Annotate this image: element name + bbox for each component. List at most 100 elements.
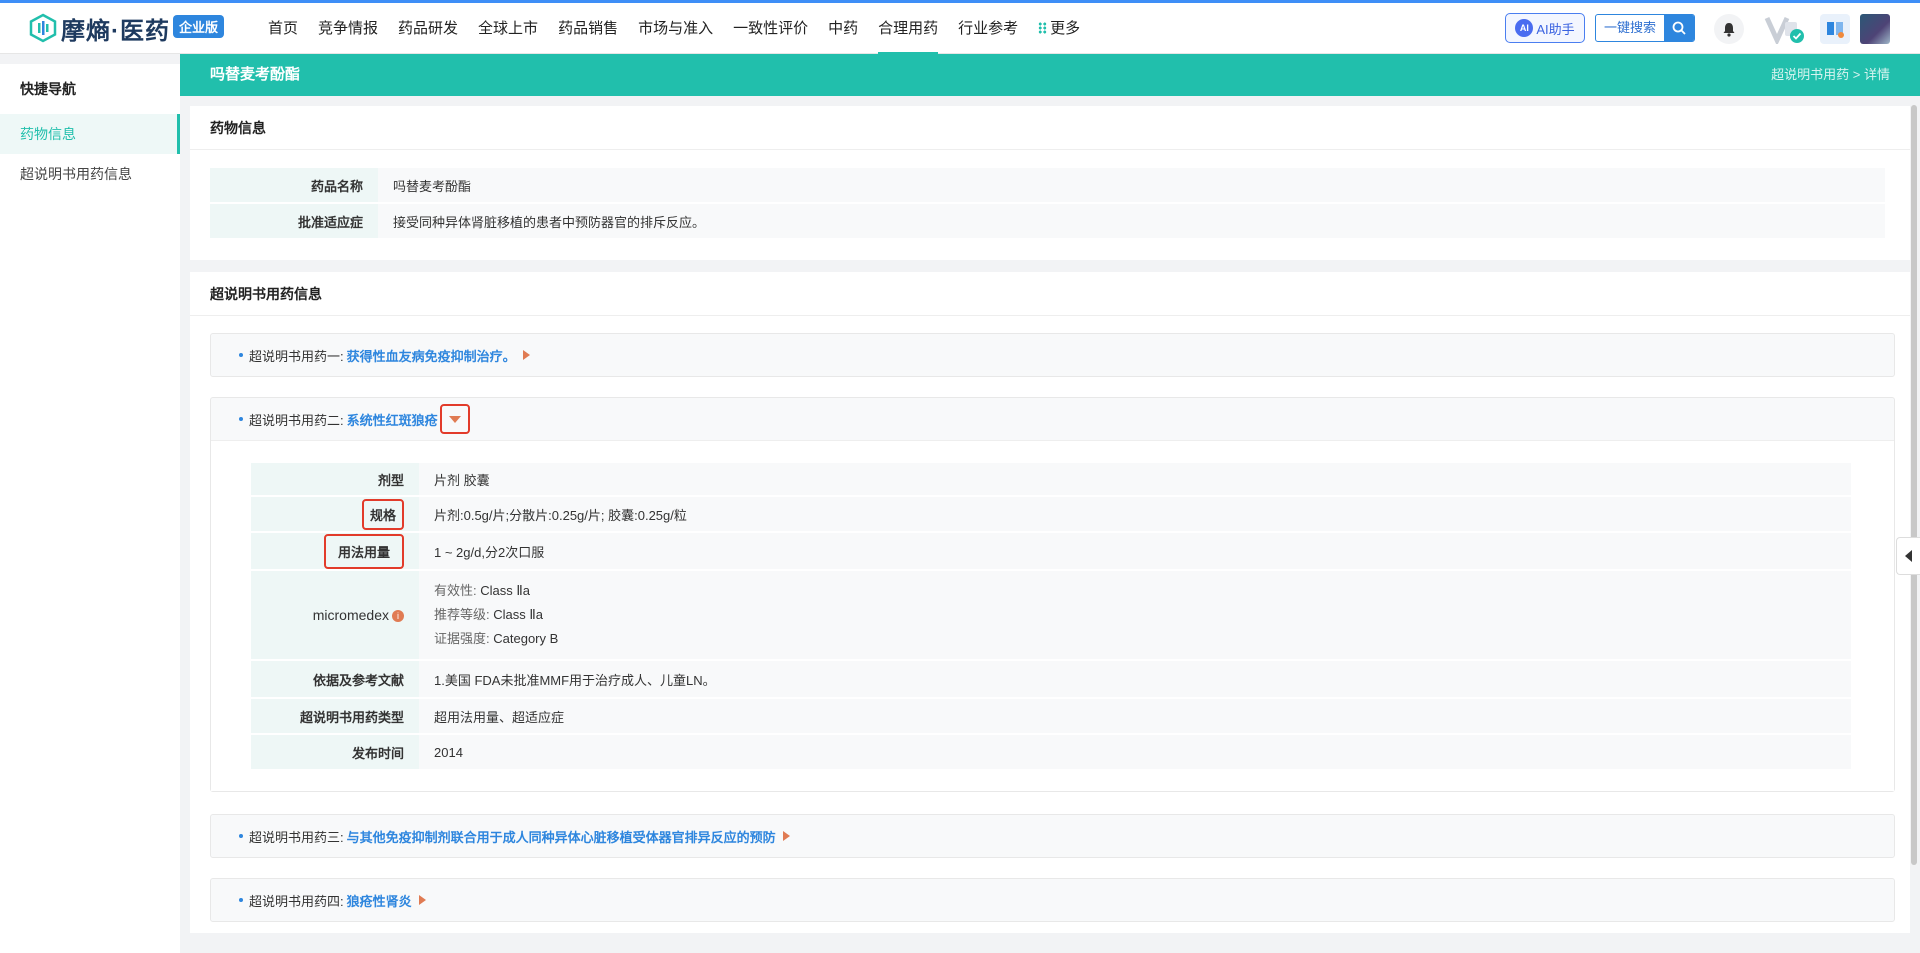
offlabel-item-1-link[interactable]: 获得性血友病免疫抑制治疗。	[347, 346, 516, 365]
evidence-value: Category B	[493, 631, 559, 646]
micromedex-key-cell: micromedex i	[251, 571, 419, 659]
highlight-box	[439, 404, 470, 434]
nav-consistency-eval[interactable]: 一致性评价	[723, 3, 818, 54]
table-row: 剂型 片剂 胶囊	[251, 463, 1851, 495]
offlabel-item-1: 超说明书用药一: 获得性血友病免疫抑制治疗。	[210, 333, 1895, 377]
nav-market-access[interactable]: 市场与准入	[628, 3, 723, 54]
nav-more-label: 更多	[1050, 20, 1081, 37]
bullet-dot-icon	[239, 417, 243, 421]
efficacy-label: 有效性:	[434, 583, 477, 598]
highlight-box	[361, 498, 404, 530]
nav-drug-rd[interactable]: 药品研发	[388, 3, 468, 54]
efficacy-value: Class Ⅱa	[480, 583, 530, 598]
offlabel-item-2-label: 超说明书用药二:	[249, 412, 344, 428]
info-icon[interactable]: i	[392, 610, 404, 622]
bullet-dot-icon	[239, 898, 243, 902]
offlabel-item-2-link[interactable]: 系统性红斑狼疮	[347, 410, 438, 429]
table-row: 规格 片剂:0.5g/片;分散片:0.25g/片; 胶囊:0.25g/粒	[251, 497, 1851, 531]
table-row: 用法用量 1 ~ 2g/d,分2次口服	[251, 533, 1851, 569]
spec-key-wrap: 规格	[361, 498, 404, 530]
usage-key-cell: 用法用量	[251, 533, 419, 569]
side-panel-toggle[interactable]	[1896, 537, 1920, 575]
nav-industry-ref[interactable]: 行业参考	[948, 3, 1028, 54]
drug-info-title: 药物信息	[190, 106, 1910, 150]
expand-arrow-icon[interactable]	[782, 831, 790, 841]
offlabel-item-4: 超说明书用药四: 狼疮性肾炎	[210, 878, 1895, 922]
table-row: micromedex i 有效性: Class Ⅱa 推荐等级: Class Ⅱa…	[251, 571, 1851, 659]
brand-name: 摩熵·医药	[61, 17, 170, 45]
bell-icon[interactable]	[1714, 14, 1744, 44]
table-row: 批准适应症 接受同种异体肾脏移植的患者中预防器官的排斥反应。	[210, 204, 1885, 238]
offlabel-item-4-header[interactable]: 超说明书用药四: 狼疮性肾炎	[211, 879, 1894, 921]
offlabel-item-1-header[interactable]: 超说明书用药一: 获得性血友病免疫抑制治疗。	[211, 334, 1894, 376]
sidebar-item-drug-info[interactable]: 药物信息	[0, 114, 180, 154]
vip-icon[interactable]	[1763, 14, 1807, 47]
quick-nav-title: 快捷导航	[20, 81, 76, 97]
offlabel-item-3: 超说明书用药三: 与其他免疫抑制剂联合用于成人同种异体心脏移植受体器官排异反应的…	[210, 814, 1895, 858]
reference-value: 1.美国 FDA未批准MMF用于治疗成人、儿童LN。	[419, 661, 1851, 697]
evidence-label: 证据强度:	[434, 631, 490, 646]
drug-name-value: 吗替麦考酚酯	[378, 168, 1885, 202]
highlight-box	[323, 533, 404, 569]
collapse-toggle[interactable]	[439, 404, 470, 434]
nav-home[interactable]: 首页	[258, 3, 308, 54]
edition-badge: 企业版	[173, 14, 225, 38]
dosage-form-value: 片剂 胶囊	[419, 463, 1851, 495]
recommend-label: 推荐等级:	[434, 607, 490, 622]
nav-tcm[interactable]: 中药	[818, 3, 868, 54]
breadcrumb[interactable]: 超说明书用药 > 详情	[1771, 54, 1890, 96]
nav-competitive-intel[interactable]: 竞争情报	[308, 3, 388, 54]
offlabel-title: 超说明书用药信息	[190, 272, 1910, 316]
recommend-line: 推荐等级: Class Ⅱa	[434, 603, 1836, 627]
brand-logo[interactable]: 摩熵·医药 企业版	[28, 12, 225, 45]
spec-value: 片剂:0.5g/片;分散片:0.25g/片; 胶囊:0.25g/粒	[419, 497, 1851, 531]
offlabel-item-1-label: 超说明书用药一:	[249, 348, 344, 364]
page-title: 吗替麦考酚酯	[210, 66, 301, 83]
table-row: 依据及参考文献 1.美国 FDA未批准MMF用于治疗成人、儿童LN。	[251, 661, 1851, 697]
logo-mark-icon	[29, 13, 57, 43]
ai-assistant-label: AI助手	[1536, 21, 1575, 37]
expand-arrow-icon[interactable]	[522, 350, 530, 360]
nav-drug-sales[interactable]: 药品销售	[548, 3, 628, 54]
spec-key-cell: 规格	[251, 497, 419, 531]
efficacy-line: 有效性: Class Ⅱa	[434, 579, 1836, 603]
offlabel-item-2-detail: 剂型 片剂 胶囊 规格 片剂:0.5g/片;分散片:0.25g/片; 胶囊:0.…	[211, 440, 1894, 791]
drug-header-band: 吗替麦考酚酯 超说明书用药 > 详情	[180, 54, 1920, 96]
grid-dots-icon	[1038, 22, 1048, 34]
offlabel-item-3-link[interactable]: 与其他免疫抑制剂联合用于成人同种异体心脏移植受体器官排异反应的预防	[347, 827, 776, 846]
offlabel-item-2-header[interactable]: 超说明书用药二: 系统性红斑狼疮	[211, 398, 1894, 440]
top-bar: 摩熵·医药 企业版 首页 竞争情报 药品研发 全球上市 药品销售 市场与准入 一…	[0, 3, 1920, 54]
quick-search[interactable]: 一键搜索	[1595, 14, 1695, 42]
recommend-value: Class Ⅱa	[493, 607, 543, 622]
bullet-dot-icon	[239, 834, 243, 838]
user-avatar[interactable]	[1860, 14, 1890, 44]
table-row: 药品名称 吗替麦考酚酯	[210, 168, 1885, 202]
micromedex-value: 有效性: Class Ⅱa 推荐等级: Class Ⅱa 证据强度: Categ…	[419, 571, 1851, 659]
table-row: 超说明书用药类型 超用法用量、超适应症	[251, 699, 1851, 733]
offlabel-item-3-label: 超说明书用药三:	[249, 829, 344, 845]
quick-nav-sidebar: 快捷导航 药物信息 超说明书用药信息	[0, 64, 180, 953]
nav-rational-use[interactable]: 合理用药	[868, 3, 948, 54]
offlabel-item-4-link[interactable]: 狼疮性肾炎	[347, 891, 412, 910]
micromedex-key: micromedex	[312, 607, 389, 623]
main-nav: 首页 竞争情报 药品研发 全球上市 药品销售 市场与准入 一致性评价 中药 合理…	[258, 3, 1090, 54]
ai-icon: AI	[1515, 19, 1534, 37]
expand-arrow-icon[interactable]	[418, 895, 426, 905]
indication-value: 接受同种异体肾脏移植的患者中预防器官的排斥反应。	[378, 204, 1885, 238]
dosage-form-key: 剂型	[251, 463, 419, 495]
drug-name-key: 药品名称	[210, 168, 378, 202]
evidence-line: 证据强度: Category B	[434, 627, 1836, 651]
search-icon[interactable]	[1664, 15, 1694, 41]
offlabel-item-3-header[interactable]: 超说明书用药三: 与其他免疫抑制剂联合用于成人同种异体心脏移植受体器官排异反应的…	[211, 815, 1894, 857]
offlabel-type-value: 超用法用量、超适应症	[419, 699, 1851, 733]
manual-book-icon[interactable]	[1820, 14, 1850, 44]
nav-global-launch[interactable]: 全球上市	[468, 3, 548, 54]
nav-more[interactable]: 更多	[1028, 3, 1090, 54]
ai-assistant-button[interactable]: AI AI助手	[1505, 13, 1585, 43]
published-value: 2014	[419, 735, 1851, 769]
drug-info-card: 药物信息 药品名称 吗替麦考酚酯 批准适应症 接受同种异体肾脏移植的患者中预防器…	[190, 106, 1910, 260]
page-scrollbar[interactable]	[1911, 105, 1917, 865]
sidebar-item-offlabel-info[interactable]: 超说明书用药信息	[0, 154, 180, 194]
usage-key-wrap: 用法用量	[323, 533, 404, 569]
usage-value: 1 ~ 2g/d,分2次口服	[419, 533, 1851, 569]
